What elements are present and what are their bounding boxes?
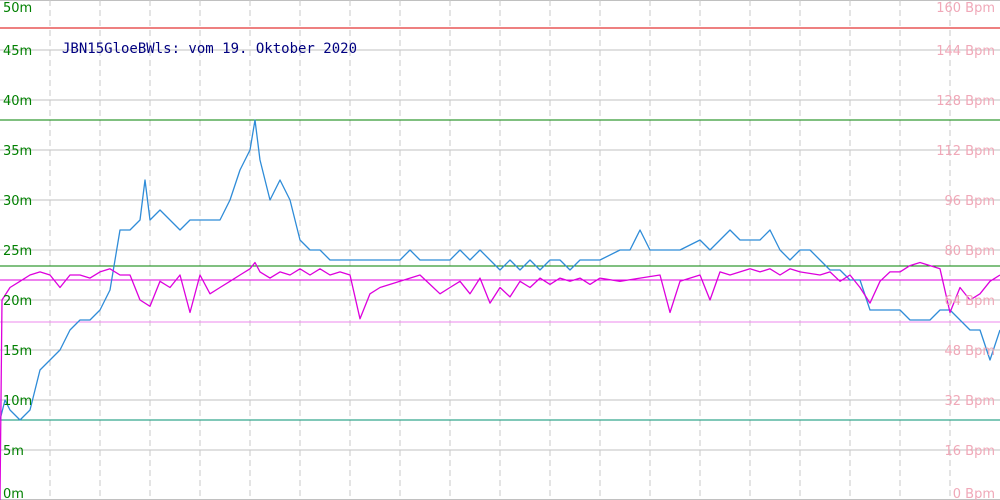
right-tick-label: 160 Bpm [936,1,995,16]
left-tick-label: 0m [3,487,24,500]
left-tick-label: 30m [3,194,32,209]
chart-svg: 0m 5m 10m 15m 20m 25m 30m 35m 40m 45m 50m 0 Bpm 16 … [0,0,1000,500]
right-tick-label: 144 Bpm [936,44,995,59]
chart: 0m 5m 10m 15m 20m 25m 30m 35m 40m 45m 50m 0 Bpm 16 … [0,0,1000,500]
left-tick-label: 15m [3,344,32,359]
grid [0,0,1000,500]
right-tick-label: 48 Bpm [944,344,995,359]
right-tick-label: 16 Bpm [944,444,995,459]
right-tick-label: 0 Bpm [953,487,995,500]
right-tick-label: 32 Bpm [944,394,995,409]
right-tick-label: 128 Bpm [936,94,995,109]
right-tick-label: 112 Bpm [936,144,995,159]
left-tick-label: 20m [3,294,32,309]
chart-title: JBN15GloeBWls: vom 19. Oktober 2020 [62,41,357,57]
right-tick-label: 80 Bpm [944,244,995,259]
left-tick-label: 5m [3,444,24,459]
left-tick-label: 50m [3,1,32,16]
right-tick-label: 64 Bpm [944,294,995,309]
right-axis: 0 Bpm 16 Bpm 32 Bpm 48 Bpm 64 Bpm 80 Bpm 96 Bp… [936,1,995,500]
right-tick-label: 96 Bpm [944,194,995,209]
left-tick-label: 45m [3,44,32,59]
left-tick-label: 40m [3,94,32,109]
left-tick-label: 35m [3,144,32,159]
left-tick-label: 25m [3,244,32,259]
left-tick-label: 10m [3,394,32,409]
left-axis: 0m 5m 10m 15m 20m 25m 30m 35m 40m 45m 50m [3,1,32,500]
